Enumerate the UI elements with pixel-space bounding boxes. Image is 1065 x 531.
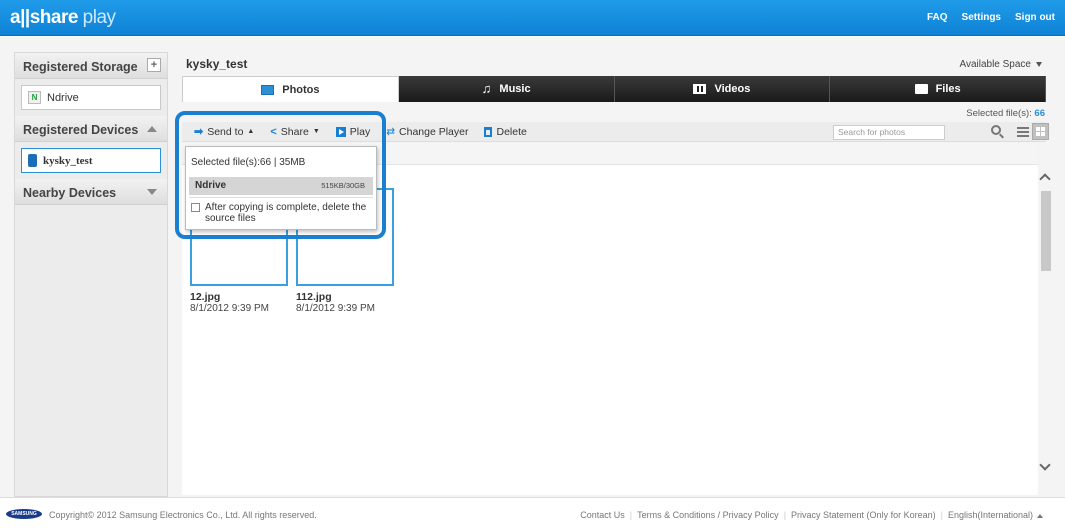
tab-photos[interactable]: Photos: [182, 76, 399, 102]
change-player-button[interactable]: ⇄ Change Player: [378, 126, 476, 138]
selected-files-label: Selected file(s):: [966, 108, 1035, 119]
faq-link[interactable]: FAQ: [927, 12, 948, 23]
tab-files[interactable]: Files: [830, 76, 1046, 102]
top-bar: alla||share play FAQ Settings Sign out: [0, 0, 1065, 36]
music-note-icon: ♫: [481, 81, 492, 96]
share-button[interactable]: < Share ▼: [262, 126, 327, 138]
footer: SAMSUNG Copyright© 2012 Samsung Electron…: [0, 497, 1065, 531]
play-button[interactable]: Play: [328, 126, 378, 138]
sidebar: Registered Storage + N Ndrive Registered…: [14, 52, 168, 497]
ndrive-icon: N: [28, 91, 41, 104]
photo-icon: [261, 84, 275, 95]
tab-music-label: Music: [499, 83, 531, 95]
samsung-logo: SAMSUNG: [6, 509, 42, 519]
play-label: Play: [349, 125, 371, 138]
language-selector[interactable]: English(International): [948, 510, 1043, 520]
sign-out-link[interactable]: Sign out: [1015, 12, 1055, 23]
device-item-kysky-test[interactable]: kysky_test: [21, 148, 161, 173]
photo-caption: 112.jpg 8/1/2012 9:39 PM: [296, 291, 375, 314]
device-icon: [28, 154, 37, 167]
photo-date: 8/1/2012 9:39 PM: [296, 303, 375, 314]
delete-after-copy-checkbox[interactable]: [191, 203, 200, 212]
delete-button[interactable]: Delete: [476, 126, 534, 138]
divider: [189, 197, 373, 198]
folder-icon: [914, 84, 928, 94]
app-logo[interactable]: alla||share play: [10, 7, 116, 29]
share-icon: <: [270, 125, 277, 138]
grid-view-icon[interactable]: [1032, 123, 1049, 140]
dropdown-storage-name: Ndrive: [195, 180, 227, 191]
change-player-label: Change Player: [399, 125, 469, 138]
tab-music[interactable]: ♫ Music: [398, 76, 615, 102]
separator: |: [940, 510, 943, 520]
footer-links: Contact Us | Terms & Conditions / Privac…: [580, 510, 1043, 520]
dropdown-arrow-icon: [1036, 61, 1042, 67]
collapse-icon[interactable]: [147, 126, 157, 132]
delete-after-copy-option[interactable]: After copying is complete, delete the so…: [191, 202, 371, 224]
selected-files-count: Selected file(s): 66: [966, 108, 1045, 119]
trash-icon: [484, 126, 493, 137]
send-to-label: Send to: [207, 125, 244, 138]
photo-date: 8/1/2012 9:39 PM: [190, 303, 269, 314]
device-item-label: kysky_test: [43, 154, 93, 167]
delete-after-copy-label: After copying is complete, delete the so…: [205, 202, 367, 224]
search-input[interactable]: Search for photos: [833, 125, 945, 140]
top-links: FAQ Settings Sign out: [927, 12, 1055, 23]
available-space-dropdown[interactable]: Available Space: [959, 59, 1042, 70]
photo-filename[interactable]: 12.jpg: [190, 291, 269, 303]
registered-storage-label: Registered Storage: [23, 60, 138, 74]
settings-link[interactable]: Settings: [962, 12, 1001, 23]
scroll-down-icon[interactable]: [1039, 459, 1051, 471]
tab-photos-label: Photos: [282, 83, 320, 96]
language-label: English(International): [947, 510, 1033, 520]
copyright-text: Copyright© 2012 Samsung Electronics Co.,…: [49, 510, 317, 520]
scroll-up-icon[interactable]: [1039, 173, 1051, 185]
expand-icon[interactable]: [147, 189, 157, 195]
list-view-icon[interactable]: [1017, 127, 1029, 137]
delete-label: Delete: [496, 125, 527, 138]
selected-files-value: 66: [1034, 108, 1045, 119]
scroll-thumb[interactable]: [1041, 191, 1051, 271]
separator: |: [629, 510, 633, 520]
film-icon: [693, 84, 707, 94]
dropdown-storage-ndrive[interactable]: Ndrive 515KB/30GB: [189, 177, 373, 195]
logo-suffix: play: [77, 7, 116, 28]
change-player-icon: ⇄: [386, 125, 396, 138]
tab-files-label: Files: [935, 83, 961, 95]
available-space-label: Available Space: [959, 59, 1031, 70]
nearby-devices-header[interactable]: Nearby Devices: [15, 179, 167, 205]
search-icon[interactable]: [991, 125, 1001, 135]
registered-storage-header: Registered Storage +: [15, 53, 167, 79]
send-to-dropdown: Selected file(s):66 | 35MB Ndrive 515KB/…: [185, 146, 377, 230]
registered-devices-label: Registered Devices: [23, 123, 139, 137]
privacy-link[interactable]: Privacy Statement (Only for Korean): [791, 510, 936, 520]
caret-up-icon: [1037, 513, 1043, 518]
play-icon: [335, 126, 346, 137]
arrow-right-icon: ➡: [194, 126, 204, 138]
tab-videos[interactable]: Videos: [614, 76, 831, 102]
send-to-button[interactable]: ➡ Send to ▲: [186, 125, 262, 139]
share-label: Share: [280, 125, 309, 138]
scrollbar[interactable]: [1039, 167, 1053, 477]
device-title: kysky_test: [186, 57, 248, 71]
separator: |: [783, 510, 787, 520]
terms-link[interactable]: Terms & Conditions / Privacy Policy: [637, 510, 779, 520]
contact-us-link[interactable]: Contact Us: [580, 510, 625, 520]
nearby-devices-label: Nearby Devices: [23, 186, 117, 200]
logo-mark: a||: [10, 7, 30, 28]
photo-caption: 12.jpg 8/1/2012 9:39 PM: [190, 291, 269, 314]
dropdown-storage-size: 515KB/30GB: [321, 181, 365, 190]
caret-up-icon: ▲: [247, 128, 255, 135]
caret-down-icon: ▼: [312, 128, 320, 135]
media-tabs: Photos ♫ Music Videos Files: [182, 76, 1046, 102]
storage-item-ndrive[interactable]: N Ndrive: [21, 85, 161, 110]
dropdown-summary: Selected file(s):66 | 35MB: [191, 157, 306, 168]
tab-videos-label: Videos: [714, 83, 751, 95]
storage-item-label: Ndrive: [47, 91, 79, 104]
add-storage-button[interactable]: +: [147, 58, 161, 72]
registered-devices-header[interactable]: Registered Devices: [15, 116, 167, 142]
logo-main: share: [29, 7, 79, 28]
photo-filename[interactable]: 112.jpg: [296, 291, 375, 303]
